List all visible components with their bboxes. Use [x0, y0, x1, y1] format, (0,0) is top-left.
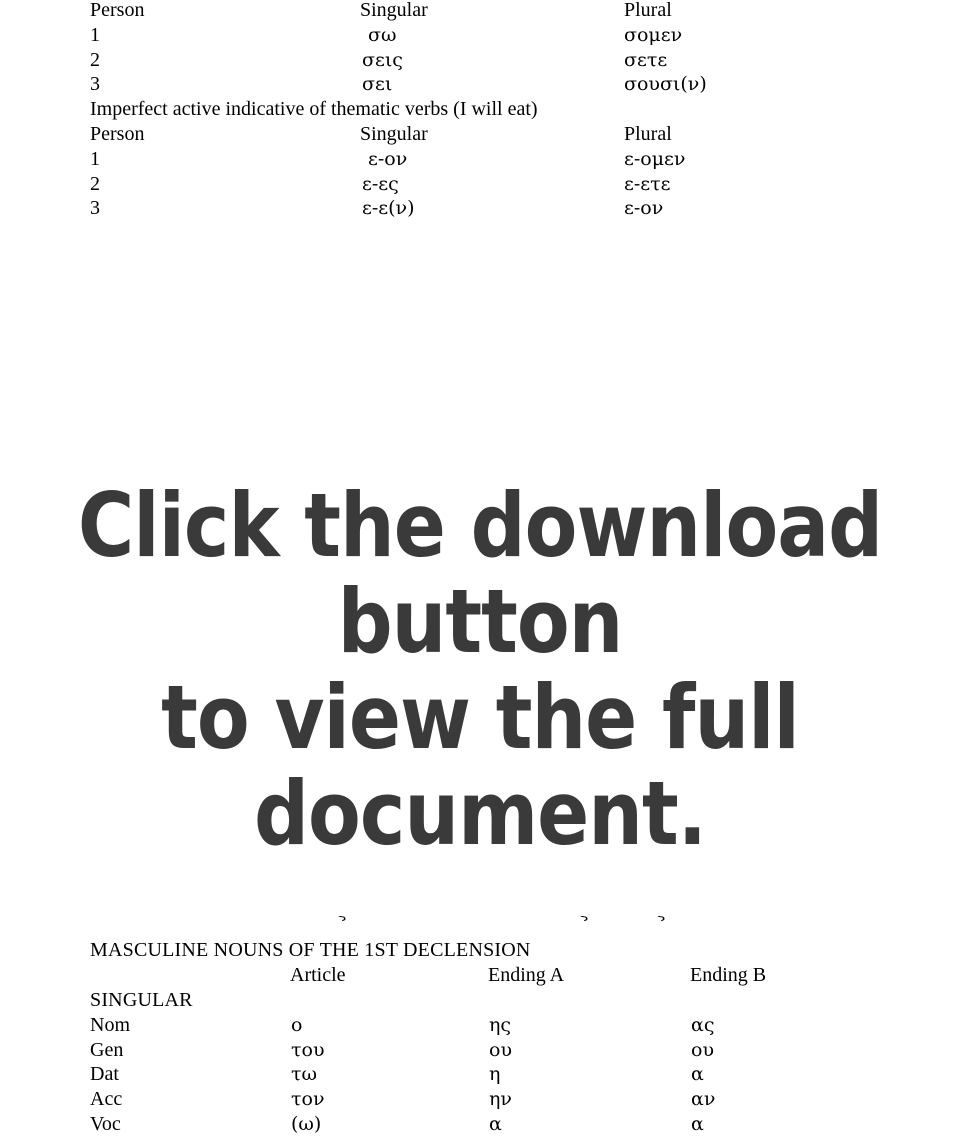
declension-title-row: MASCULINE NOUNS OF THE 1ST DECLENSION: [0, 938, 960, 963]
declension-number-row: SINGULAR: [0, 988, 960, 1013]
imperfect-table-header-row: Person Singular Plural: [0, 122, 960, 147]
table-row: Nom ο ης ας: [0, 1013, 960, 1038]
table-row: 2 ε-ες ε-ετε: [0, 172, 960, 197]
present-table-header-row: Person Singular Plural: [0, 0, 960, 23]
declension-row-nom-ending-a: ης: [489, 1013, 512, 1036]
table-row: Gen του ου ου: [0, 1038, 960, 1063]
clipped-glyph-fragment: ς: [336, 916, 347, 924]
imperfect-row-2-person: 2: [90, 172, 100, 195]
present-header-plural: Plural: [624, 0, 672, 21]
declension-row-acc-case: Acc: [90, 1088, 123, 1111]
present-row-3-singular: σει: [362, 73, 393, 96]
declension-row-dat-article: τω: [291, 1063, 318, 1086]
declension-row-acc-article: τον: [291, 1088, 325, 1111]
download-prompt-line-2: to view the full document.: [161, 666, 800, 865]
declension-row-voc-article: (ω): [291, 1113, 322, 1135]
imperfect-row-2-plural: ε-ετε: [624, 172, 671, 195]
present-row-2-person: 2: [90, 48, 100, 71]
declension-header-ending-a: Ending A: [488, 964, 565, 986]
imperfect-row-1-singular: ε-ον: [368, 147, 408, 170]
declension-row-gen-ending-a: ου: [489, 1038, 512, 1061]
declension-row-nom-article: ο: [291, 1013, 303, 1036]
clipped-glyph-fragment: ς: [655, 916, 666, 924]
declension-title: MASCULINE NOUNS OF THE 1ST DECLENSION: [90, 939, 531, 961]
declension-row-nom-ending-b: ας: [691, 1013, 715, 1036]
present-row-2-plural: σετε: [624, 48, 668, 71]
present-row-2-singular: σεις: [362, 48, 403, 71]
declension-row-dat-case: Dat: [90, 1063, 119, 1086]
table-row: 3 σει σουσι(ν): [0, 72, 960, 97]
imperfect-caption-row: Imperfect active indicative of thematic …: [0, 97, 960, 122]
table-row: 1 ε-ον ε-ομεν: [0, 147, 960, 172]
imperfect-caption: Imperfect active indicative of thematic …: [90, 98, 538, 121]
declension-row-acc-ending-a: ην: [489, 1088, 512, 1111]
imperfect-header-singular: Singular: [360, 123, 428, 145]
imperfect-row-3-singular: ε-ε(ν): [362, 197, 415, 220]
present-header-singular: Singular: [360, 0, 428, 21]
present-row-3-plural: σουσι(ν): [624, 73, 707, 96]
declension-header-row: Article Ending A Ending B: [0, 963, 960, 988]
clipped-text-remnants: ς ς ς: [0, 916, 960, 930]
clipped-glyph-fragment: ς: [578, 916, 589, 924]
declension-header-ending-b: Ending B: [690, 964, 767, 986]
imperfect-header-person: Person: [90, 123, 145, 145]
imperfect-row-3-person: 3: [90, 197, 100, 220]
present-row-1-person: 1: [90, 23, 100, 46]
table-row: Dat τω η α: [0, 1062, 960, 1087]
declension-number-label: SINGULAR: [90, 989, 193, 1011]
declension-row-nom-case: Nom: [90, 1013, 130, 1036]
declension-row-acc-ending-b: αν: [691, 1088, 716, 1111]
present-row-1-singular: σω: [368, 23, 397, 46]
imperfect-row-1-plural: ε-ομεν: [624, 147, 686, 170]
declension-row-dat-ending-b: α: [691, 1063, 704, 1086]
imperfect-header-plural: Plural: [624, 123, 672, 145]
declension-row-voc-ending-b: α: [691, 1113, 704, 1135]
present-header-person: Person: [90, 0, 145, 21]
download-prompt-watermark: Click the download button to view the fu…: [14, 478, 945, 862]
table-row: 1 σω σομεν: [0, 23, 960, 48]
present-row-3-person: 3: [90, 73, 100, 96]
present-row-1-plural: σομεν: [624, 23, 683, 46]
declension-row-gen-ending-b: ου: [691, 1038, 714, 1061]
table-row: Voc (ω) α α: [0, 1112, 960, 1137]
declension-row-gen-article: του: [291, 1038, 325, 1061]
imperfect-row-2-singular: ε-ες: [362, 172, 399, 195]
download-prompt-line-1: Click the download button: [77, 474, 883, 673]
table-row: 2 σεις σετε: [0, 48, 960, 73]
declension-row-voc-case: Voc: [90, 1113, 121, 1135]
declension-row-gen-case: Gen: [90, 1038, 124, 1061]
table-row: Acc τον ην αν: [0, 1087, 960, 1112]
declension-row-dat-ending-a: η: [489, 1063, 501, 1086]
imperfect-row-1-person: 1: [90, 147, 100, 170]
document-page: { "page": { "width": 960, "height": 1136…: [0, 0, 960, 1136]
declension-row-voc-ending-a: α: [489, 1113, 502, 1135]
declension-header-article: Article: [290, 964, 346, 986]
imperfect-row-3-plural: ε-ον: [624, 197, 664, 220]
table-row: 3 ε-ε(ν) ε-ον: [0, 196, 960, 221]
